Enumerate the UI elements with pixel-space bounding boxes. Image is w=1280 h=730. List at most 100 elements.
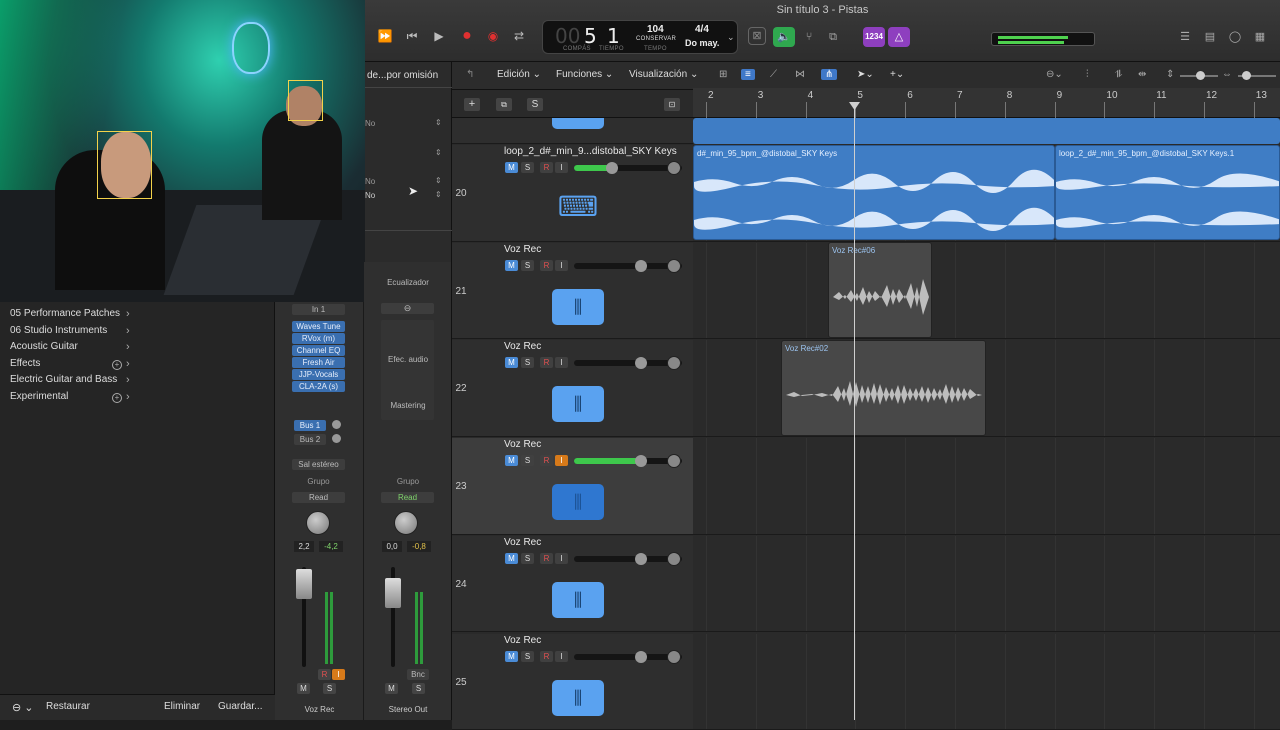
volume-handle[interactable] <box>635 553 647 565</box>
volume-fader[interactable] <box>296 569 312 599</box>
track-header[interactable]: 20loop_2_d#_min_9...distobal_SKY KeysMSR… <box>452 145 693 242</box>
lcd-display[interactable]: 00 5 1 COMPÁS TIEMPO 104 CONSERVAR TEMPO… <box>542 20 738 54</box>
eq-slot[interactable]: Ecualizador <box>374 277 442 288</box>
delete-button[interactable]: Eliminar <box>164 701 200 712</box>
track-header[interactable]: 23Voz RecMSRI⫼ <box>452 438 693 535</box>
track-lane[interactable] <box>693 438 1280 535</box>
volume-slider[interactable] <box>574 360 682 366</box>
tuner-icon[interactable]: ⑂ <box>798 27 820 47</box>
send-bus-2[interactable]: Bus 2 <box>294 434 326 445</box>
track-name[interactable]: Voz Rec <box>504 537 541 548</box>
vertical-zoom-slider[interactable] <box>1180 75 1218 77</box>
option-1[interactable]: No <box>365 119 375 128</box>
pointer-tool-icon[interactable]: ➤⌄ <box>857 69 874 80</box>
speaker-icon[interactable]: 🔈 <box>773 27 795 47</box>
volume-handle[interactable] <box>635 455 647 467</box>
track-lane[interactable] <box>693 536 1280 633</box>
volume-value[interactable]: 2,2 <box>294 541 314 552</box>
volume-handle[interactable] <box>635 260 647 272</box>
volume-handle[interactable] <box>606 162 618 174</box>
record-button[interactable]: ● <box>457 28 477 44</box>
functions-menu[interactable]: Funciones ⌄ <box>556 69 613 80</box>
play-button[interactable]: ▶ <box>429 28 449 44</box>
pan-knob[interactable] <box>667 161 681 175</box>
solo-button[interactable]: S <box>521 651 534 662</box>
track-name[interactable]: Voz Rec <box>504 439 541 450</box>
audio-region-keys-1[interactable]: loop_2_d#_min_95_bpm_@distobal_SKY Keys.… <box>1055 145 1280 240</box>
solo-button[interactable]: S <box>521 260 534 271</box>
vertical-zoom-icon[interactable]: ⇕ <box>1166 69 1174 80</box>
mute-button[interactable]: M <box>505 357 518 368</box>
timeline-ruler[interactable]: 2345678910111213 <box>693 88 1280 118</box>
automation-mode[interactable]: Read <box>292 492 345 503</box>
zoom-menu-icon[interactable]: ⊖⌄ <box>1046 69 1063 80</box>
send-knob[interactable] <box>332 420 341 429</box>
pan-knob[interactable] <box>667 552 681 566</box>
option-3[interactable]: No <box>365 191 375 200</box>
add-icon[interactable]: + <box>112 393 122 403</box>
volume-slider[interactable] <box>574 556 682 562</box>
volume-handle[interactable] <box>635 357 647 369</box>
pan-knob[interactable] <box>667 356 681 370</box>
group-slot[interactable]: Grupo <box>292 476 345 487</box>
volume-slider[interactable] <box>574 654 682 660</box>
horizontal-zoom-icon[interactable]: ⇔ <box>1222 69 1232 80</box>
pan-knob[interactable] <box>306 511 330 535</box>
solo-button[interactable]: S <box>412 683 425 694</box>
stepper-icon[interactable]: ⇕ <box>435 176 442 185</box>
solo-button[interactable]: S <box>521 455 534 466</box>
count-in-button[interactable]: 1234 <box>863 27 885 47</box>
snap-icon[interactable]: ⋔ <box>821 69 837 80</box>
track-header[interactable]: 22Voz RecMSRI⫼ <box>452 340 693 437</box>
track-header[interactable]: 24Voz RecMSRI⫼ <box>452 536 693 633</box>
back-arrow-icon[interactable]: ↰ <box>466 69 474 80</box>
mute-button[interactable]: M <box>297 683 310 694</box>
volume-fader[interactable] <box>385 578 401 608</box>
library-item[interactable]: Acoustic Guitar› <box>0 341 140 355</box>
volume-slider[interactable] <box>574 263 682 269</box>
stepper-icon[interactable]: ⇕ <box>435 148 442 157</box>
mute-button[interactable]: M <box>505 455 518 466</box>
option-2[interactable]: No <box>365 177 375 186</box>
plugin-slot[interactable]: Fresh Air <box>292 357 345 368</box>
record-enable-button[interactable]: R <box>540 357 553 368</box>
region-partial[interactable] <box>693 118 1280 144</box>
input-monitor-button[interactable]: I <box>555 553 568 564</box>
input-monitor-button[interactable]: I <box>555 455 568 466</box>
track-name[interactable]: Voz Rec <box>504 244 541 255</box>
library-item[interactable]: 05 Performance Patches› <box>0 308 140 322</box>
input-monitor-button[interactable]: I <box>332 669 345 680</box>
action-menu-icon[interactable]: ⊖ ⌄ <box>12 701 34 714</box>
track-header[interactable]: 21Voz RecMSRI⫼ <box>452 243 693 340</box>
library-item[interactable]: Electric Guitar and Bass› <box>0 374 140 388</box>
pan-knob[interactable] <box>394 511 418 535</box>
playhead[interactable] <box>854 102 855 720</box>
send-bus-1[interactable]: Bus 1 <box>294 420 326 431</box>
solo-button[interactable]: S <box>521 553 534 564</box>
duplicate-track-icon[interactable]: ⧉ <box>496 98 512 111</box>
input-monitor-button[interactable]: I <box>555 260 568 271</box>
input-slot[interactable]: In 1 <box>292 304 345 315</box>
add-track-button[interactable]: + <box>464 98 480 111</box>
solo-button[interactable]: S <box>521 162 534 173</box>
crossfade-icon[interactable]: ⋈ <box>795 69 805 80</box>
track-header[interactable]: 25Voz RecMSRI⫼ <box>452 634 693 730</box>
plugin-slot[interactable]: JJP-Vocals <box>292 369 345 380</box>
restore-button[interactable]: Restaurar <box>46 701 90 712</box>
mute-button[interactable]: M <box>385 683 398 694</box>
audio-region-voz-06[interactable]: Voz Rec#06 <box>828 242 932 338</box>
bounce-button[interactable]: Bnc <box>407 669 429 680</box>
track-header-partial[interactable] <box>452 118 693 144</box>
waveform-zoom-icon[interactable]: ⫶ <box>1086 69 1089 80</box>
track-name[interactable]: Voz Rec <box>504 341 541 352</box>
mute-button[interactable]: M <box>505 651 518 662</box>
stepper-icon[interactable]: ⇕ <box>435 118 442 127</box>
track-name[interactable]: Voz Rec <box>504 635 541 646</box>
group-slot[interactable]: Grupo <box>374 476 442 487</box>
automation-icon[interactable]: ⟋ <box>770 69 777 80</box>
audio-region-keys[interactable]: d#_min_95_bpm_@distobal_SKY Keys <box>693 145 1055 240</box>
plugin-slot[interactable]: RVox (m) <box>292 333 345 344</box>
plugin-slot[interactable]: Channel EQ <box>292 345 345 356</box>
audio-region-voz-02[interactable]: Voz Rec#02 <box>781 340 986 436</box>
save-button[interactable]: Guardar... <box>218 701 262 712</box>
